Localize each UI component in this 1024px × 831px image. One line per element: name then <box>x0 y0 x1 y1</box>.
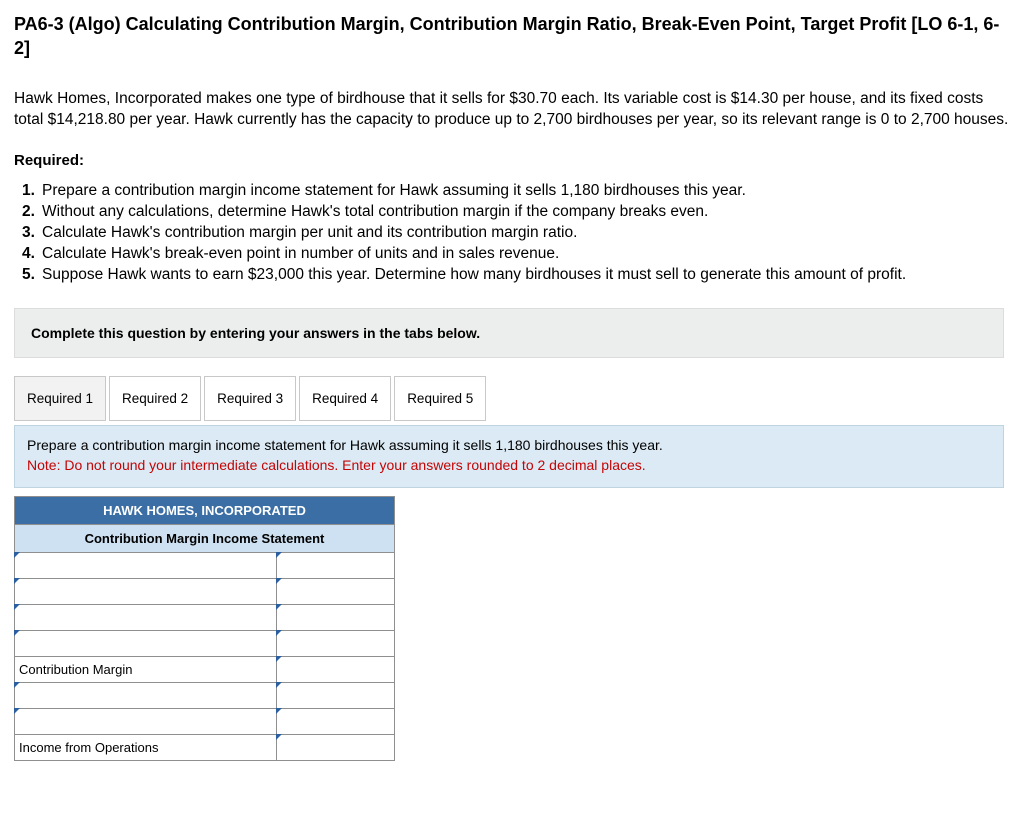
requirement-item: 4. Calculate Hawk's break-even point in … <box>22 244 1010 265</box>
label-input[interactable] <box>19 553 276 578</box>
requirement-item: 2. Without any calculations, determine H… <box>22 202 1010 223</box>
table-row <box>15 605 395 631</box>
label-input[interactable] <box>19 579 276 604</box>
requirement-text: Prepare a contribution margin income sta… <box>42 181 746 202</box>
value-cell[interactable] <box>277 735 395 761</box>
income-statement-table: HAWK HOMES, INCORPORATED Contribution Ma… <box>14 496 395 761</box>
problem-intro: Hawk Homes, Incorporated makes one type … <box>14 89 1010 131</box>
value-cell[interactable] <box>277 683 395 709</box>
tab-instruction-note: Note: Do not round your intermediate cal… <box>27 456 991 476</box>
value-input[interactable] <box>277 657 394 682</box>
label-input[interactable] <box>19 683 276 708</box>
tab-required-2[interactable]: Required 2 <box>109 376 201 421</box>
value-cell[interactable] <box>277 605 395 631</box>
value-cell[interactable] <box>277 631 395 657</box>
value-input[interactable] <box>277 709 394 734</box>
value-cell[interactable] <box>277 579 395 605</box>
tab-required-1[interactable]: Required 1 <box>14 376 106 421</box>
requirement-number: 5. <box>22 265 38 286</box>
label-cell[interactable] <box>15 709 277 735</box>
label-input[interactable] <box>19 631 276 656</box>
requirement-number: 1. <box>22 181 38 202</box>
requirement-item: 3. Calculate Hawk's contribution margin … <box>22 223 1010 244</box>
table-row <box>15 553 395 579</box>
label-cell[interactable] <box>15 605 277 631</box>
table-row <box>15 631 395 657</box>
value-input[interactable] <box>277 579 394 604</box>
requirement-number: 4. <box>22 244 38 265</box>
value-cell[interactable] <box>277 709 395 735</box>
label-input[interactable] <box>19 605 276 630</box>
tab-bar: Required 1 Required 2 Required 3 Require… <box>14 376 1010 421</box>
table-row <box>15 579 395 605</box>
label-cell-fixed: Income from Operations <box>15 735 277 761</box>
tab-content-panel: Prepare a contribution margin income sta… <box>14 425 1004 488</box>
instruction-bar: Complete this question by entering your … <box>14 308 1004 358</box>
requirement-text: Suppose Hawk wants to earn $23,000 this … <box>42 265 906 286</box>
requirement-text: Calculate Hawk's contribution margin per… <box>42 223 577 244</box>
tab-instruction-line1: Prepare a contribution margin income sta… <box>27 436 991 456</box>
value-input[interactable] <box>277 553 394 578</box>
label-input[interactable] <box>19 709 276 734</box>
value-input[interactable] <box>277 605 394 630</box>
value-input[interactable] <box>277 683 394 708</box>
tab-required-4[interactable]: Required 4 <box>299 376 391 421</box>
requirement-number: 2. <box>22 202 38 223</box>
requirement-text: Without any calculations, determine Hawk… <box>42 202 708 223</box>
label-cell-fixed: Contribution Margin <box>15 657 277 683</box>
label-cell[interactable] <box>15 553 277 579</box>
table-row: Contribution Margin <box>15 657 395 683</box>
table-row <box>15 683 395 709</box>
label-cell[interactable] <box>15 579 277 605</box>
requirement-number: 3. <box>22 223 38 244</box>
table-row <box>15 709 395 735</box>
problem-title: PA6-3 (Algo) Calculating Contribution Ma… <box>14 12 1010 61</box>
statement-title-header: Contribution Margin Income Statement <box>15 525 395 553</box>
statement-company-header: HAWK HOMES, INCORPORATED <box>15 497 395 525</box>
label-cell[interactable] <box>15 631 277 657</box>
requirement-text: Calculate Hawk's break-even point in num… <box>42 244 559 265</box>
tab-required-5[interactable]: Required 5 <box>394 376 486 421</box>
value-input[interactable] <box>277 631 394 656</box>
value-cell[interactable] <box>277 657 395 683</box>
label-cell[interactable] <box>15 683 277 709</box>
requirement-item: 5. Suppose Hawk wants to earn $23,000 th… <box>22 265 1010 286</box>
required-label: Required: <box>14 152 1010 169</box>
requirement-item: 1. Prepare a contribution margin income … <box>22 181 1010 202</box>
value-input[interactable] <box>277 735 394 760</box>
value-cell[interactable] <box>277 553 395 579</box>
table-row: Income from Operations <box>15 735 395 761</box>
requirements-list: 1. Prepare a contribution margin income … <box>14 181 1010 286</box>
tab-required-3[interactable]: Required 3 <box>204 376 296 421</box>
